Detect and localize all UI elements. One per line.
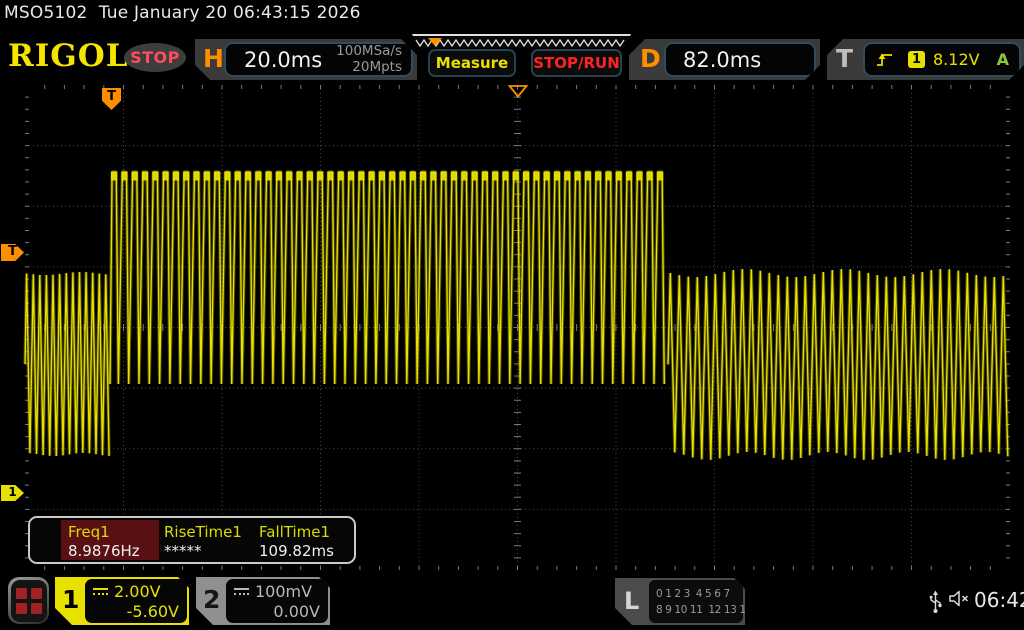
dc-coupling-icon (93, 588, 108, 595)
clock: 06:42 (974, 588, 1024, 612)
timebase-overview-strip[interactable] (412, 34, 631, 48)
rigol-logo: RIGOL (8, 38, 129, 74)
trigger-value-box: 1 8.12V A (863, 42, 1021, 77)
logic-label: L (624, 587, 639, 615)
timebase-value: 20.0ms (244, 48, 322, 72)
channel-2-offset: 0.00V (234, 602, 320, 621)
measurement-results-panel[interactable]: Freq1 8.9876Hz RiseTime1 ***** FallTime1… (28, 516, 356, 564)
measurement-label: Freq1 (68, 523, 110, 541)
channel-2-number: 2 (203, 585, 220, 614)
speaker-muted-icon (948, 589, 972, 609)
channel-1-offset: -5.60V (93, 602, 179, 621)
measure-button[interactable]: Measure (428, 49, 516, 77)
stop-run-button[interactable]: STOP/RUN (531, 49, 622, 77)
sample-rate-memdepth: 100MSa/s20Mpts (336, 44, 402, 74)
header-bar: RIGOL STOP H 20.0ms 100MSa/s20Mpts Measu… (0, 28, 1024, 84)
horizontal-settings-block[interactable]: H 20.0ms 100MSa/s20Mpts (195, 39, 417, 80)
ch1-waveform (25, 85, 1010, 570)
usb-icon (928, 589, 943, 614)
channel-1-number: 1 (62, 585, 79, 614)
measurement-value: 109.82ms (259, 542, 334, 560)
trigger-block[interactable]: T 1 8.12V A (827, 39, 1024, 80)
trigger-source-badge: 1 (908, 51, 925, 68)
logic-channel-list: 0 1 2 3 4 5 6 78 9 10 11 12 13 14 15 (649, 580, 743, 623)
logic-row-1: 0 1 2 3 4 5 6 7 (656, 588, 730, 600)
sample-rate: 100MSa/s (336, 43, 402, 59)
delay-center-marker-icon (508, 85, 528, 98)
measurement-value: 8.9876Hz (68, 542, 140, 560)
horizontal-value-box: 20.0ms 100MSa/s20Mpts (224, 42, 413, 77)
channel-2-badge[interactable]: 100mV 0.00V 2 (196, 577, 330, 625)
delay-label: D (640, 44, 661, 73)
dc-coupling-icon (234, 588, 249, 595)
run-state-badge: STOP (124, 43, 186, 72)
channel-2-values: 100mV 0.00V (226, 579, 328, 623)
channel-1-badge[interactable]: 2.00V -5.60V 1 (55, 577, 189, 625)
measurement-label: RiseTime1 (164, 523, 242, 541)
overview-trigger-position-icon (428, 38, 442, 46)
memory-depth: 20Mpts (352, 59, 402, 75)
measurement-label: FallTime1 (259, 523, 330, 541)
menu-grid-icon (11, 580, 47, 622)
delay-value: 82.0ms (683, 48, 761, 72)
channel-1-scale: 2.00V (114, 582, 161, 601)
delay-block[interactable]: D 82.0ms (629, 39, 820, 80)
main-menu-button[interactable] (8, 577, 49, 624)
trigger-level-value: 8.12V (933, 50, 980, 69)
channel-1-values: 2.00V -5.60V (85, 579, 187, 623)
trigger-mode: A (997, 50, 1009, 69)
rising-edge-trigger-icon (875, 51, 894, 68)
title-bar: MSO5102 Tue January 20 06:43:15 2026 (0, 0, 1024, 28)
measurement-value: ***** (164, 542, 202, 560)
channel-2-scale: 100mV (255, 582, 312, 601)
logic-channels-badge[interactable]: L 0 1 2 3 4 5 6 78 9 10 11 12 13 14 15 (615, 578, 745, 625)
horizontal-label: H (203, 44, 224, 73)
logic-row-2: 8 9 10 11 12 13 14 15 (656, 604, 767, 616)
ch1-offset-marker[interactable]: 1 (1, 485, 24, 501)
trigger-level-marker[interactable]: T (1, 244, 24, 261)
trigger-label: T (836, 44, 853, 73)
delay-value-box: 82.0ms (664, 42, 816, 77)
